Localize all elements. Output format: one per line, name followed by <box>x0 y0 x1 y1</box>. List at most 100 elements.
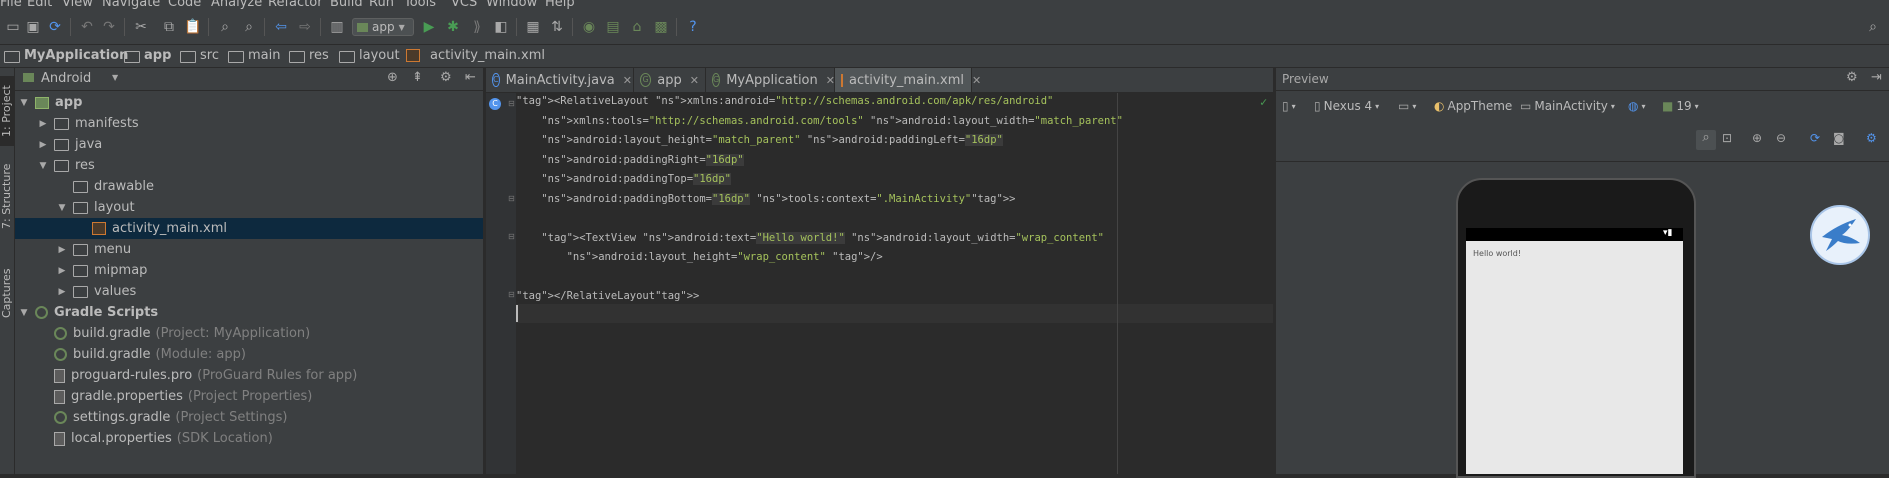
fold-icon[interactable]: ⊟ <box>508 99 515 108</box>
collapsed-arrow-icon[interactable]: ▶ <box>57 287 67 297</box>
redo-icon[interactable]: ↷ <box>100 18 118 36</box>
paste-icon[interactable]: 📋 <box>184 18 202 36</box>
tree-item[interactable]: ▶ java <box>15 134 483 155</box>
breadcrumb-item-main[interactable]: main <box>228 48 280 63</box>
make-project-icon[interactable]: ▥ <box>328 18 346 36</box>
tab-activity-main-xml[interactable]: activity_main.xml ✕ <box>835 68 981 92</box>
tree-item[interactable]: ▶ menu <box>15 239 483 260</box>
code-line[interactable]: "tag"></RelativeLayout"tag">> <box>516 290 699 302</box>
debug-icon[interactable]: ✱ <box>444 18 462 36</box>
close-icon[interactable]: ✕ <box>690 74 699 87</box>
avd-manager-icon[interactable]: ◉ <box>580 18 598 36</box>
menu-navigate[interactable]: Navigate <box>102 0 160 10</box>
tool-tab-project[interactable]: 1: Project <box>0 76 14 146</box>
collapsed-arrow-icon[interactable]: ▶ <box>57 266 67 276</box>
undo-icon[interactable]: ↶ <box>78 18 96 36</box>
zoom-in-icon[interactable]: ⊕ <box>1752 131 1762 145</box>
activity-dropdown[interactable]: ▭ MainActivity ▾ <box>1520 99 1615 113</box>
hello-world-text[interactable]: Hello world! <box>1473 249 1521 258</box>
code-line[interactable]: "ns">android:paddingRight="16dp" <box>516 153 744 166</box>
breadcrumb-item-app[interactable]: app <box>124 48 171 63</box>
menu-window[interactable]: Window <box>486 0 537 10</box>
tree-item[interactable]: drawable <box>15 176 483 197</box>
api-level-dropdown[interactable]: ■ 19 ▾ <box>1662 99 1699 113</box>
collapsed-arrow-icon[interactable]: ▶ <box>38 119 48 129</box>
replace-icon[interactable]: ⌕ <box>240 18 258 36</box>
actual-size-icon[interactable]: ⊡ <box>1722 131 1732 145</box>
code-line[interactable]: "ns">android:paddingTop="16dp" <box>516 173 731 185</box>
menu-edit[interactable]: Edit <box>27 0 52 10</box>
tool-tab-structure[interactable]: 7: Structure <box>0 156 14 236</box>
sync-icon[interactable]: ⟳ <box>46 18 64 36</box>
tree-item[interactable]: ▼ layout <box>15 197 483 218</box>
forward-icon[interactable]: ⇨ <box>296 18 314 36</box>
tree-item[interactable]: build.gradle (Project: MyApplication) <box>15 323 483 344</box>
breadcrumb-item-file[interactable]: activity_main.xml <box>406 48 545 63</box>
tab-app[interactable]: G app ✕ <box>634 68 706 92</box>
menu-tools[interactable]: Tools <box>404 0 436 10</box>
code-line[interactable]: "ns">android:layout_height="match_parent… <box>516 134 1003 146</box>
project-structure-icon[interactable]: ▦ <box>524 18 542 36</box>
fold-icon[interactable]: ⊟ <box>508 290 515 299</box>
breadcrumb-item-layout[interactable]: layout <box>339 48 400 63</box>
run-icon[interactable]: ▶ <box>420 18 438 36</box>
open-folder-icon[interactable]: ▭ <box>4 18 22 36</box>
code-line[interactable]: "ns">android:layout_height="wrap_content… <box>516 251 883 263</box>
tab-mainactivity-java[interactable]: C MainActivity.java ✕ <box>486 68 634 92</box>
menu-code[interactable]: Code <box>168 0 201 10</box>
search-everywhere-icon[interactable]: ⌕ <box>1864 18 1882 36</box>
collapse-all-icon[interactable]: ⇞ <box>412 70 423 85</box>
device-dropdown[interactable]: ▯ Nexus 4 ▾ <box>1314 99 1379 113</box>
theme-selector[interactable]: ◐ AppTheme <box>1434 99 1512 113</box>
hide-panel-icon[interactable]: ⇥ <box>1871 70 1882 85</box>
collapsed-arrow-icon[interactable]: ▶ <box>57 245 67 255</box>
app-content-area[interactable] <box>1466 241 1683 474</box>
close-icon[interactable]: ✕ <box>623 74 632 87</box>
attach-debugger-icon[interactable]: ⟫ <box>468 18 486 36</box>
expanded-arrow-icon[interactable]: ▼ <box>19 98 29 108</box>
expanded-arrow-icon[interactable]: ▼ <box>38 161 48 171</box>
android-device-icon[interactable]: ▩ <box>652 18 670 36</box>
menu-analyze[interactable]: Analyze <box>211 0 262 10</box>
monitor-icon[interactable]: ⌂ <box>628 18 646 36</box>
project-view-mode[interactable]: Android <box>41 71 91 86</box>
code-line[interactable]: "ns">android:paddingBottom="16dp" "ns">t… <box>516 192 1015 205</box>
code-line[interactable]: "ns">xmlns:tools="http://schemas.android… <box>516 115 1123 127</box>
menu-file[interactable]: File <box>0 0 22 10</box>
menu-run[interactable]: Run <box>369 0 394 10</box>
tree-item[interactable]: build.gradle (Module: app) <box>15 344 483 365</box>
help-icon[interactable]: ? <box>684 18 702 36</box>
tree-item[interactable]: activity_main.xml <box>15 218 483 239</box>
render-options-dropdown[interactable]: ▯ ▾ <box>1282 99 1296 113</box>
run-config-dropdown[interactable]: app ▼ <box>352 18 414 36</box>
tree-item[interactable]: ▼ res <box>15 155 483 176</box>
breadcrumb-item-src[interactable]: src <box>180 48 219 63</box>
expanded-arrow-icon[interactable]: ▼ <box>57 203 67 213</box>
expanded-arrow-icon[interactable]: ▼ <box>19 308 29 318</box>
scroll-from-source-icon[interactable]: ⊕ <box>387 70 398 85</box>
code-line[interactable]: "tag"><TextView "ns">android:text="Hello… <box>516 231 1104 244</box>
breadcrumb-item-project[interactable]: MyApplication <box>4 48 128 63</box>
fold-icon[interactable]: ⊟ <box>508 194 515 203</box>
tree-item[interactable]: ▶ mipmap <box>15 260 483 281</box>
class-link-icon[interactable]: C <box>489 98 501 110</box>
tree-item[interactable]: ▼ Gradle Scripts <box>15 302 483 323</box>
hummingbird-icon[interactable] <box>1810 205 1870 265</box>
menu-help[interactable]: Help <box>545 0 575 10</box>
tree-item[interactable]: proguard-rules.pro (ProGuard Rules for ap… <box>15 365 483 386</box>
tool-tab-captures[interactable]: Captures <box>0 258 14 328</box>
tree-item[interactable]: ▶ manifests <box>15 113 483 134</box>
code-line[interactable]: "tag"><RelativeLayout "ns">xmlns:android… <box>516 95 1053 107</box>
gear-icon[interactable]: ⚙ <box>1846 70 1858 85</box>
find-icon[interactable]: ⌕ <box>216 18 234 36</box>
cut-icon[interactable]: ✂ <box>132 18 150 36</box>
tree-item[interactable]: ▶ values <box>15 281 483 302</box>
tree-item[interactable]: gradle.properties (Project Properties) <box>15 386 483 407</box>
tree-item[interactable]: ▼ app <box>15 92 483 113</box>
menu-view[interactable]: View <box>62 0 93 10</box>
sync-gradle-icon[interactable]: ⇅ <box>548 18 566 36</box>
menu-refactor[interactable]: Refactor <box>268 0 323 10</box>
refresh-icon[interactable]: ⟳ <box>1810 131 1820 145</box>
gear-icon[interactable]: ⚙ <box>440 70 452 85</box>
zoom-to-fit-icon[interactable]: ⌕ <box>1696 130 1716 150</box>
